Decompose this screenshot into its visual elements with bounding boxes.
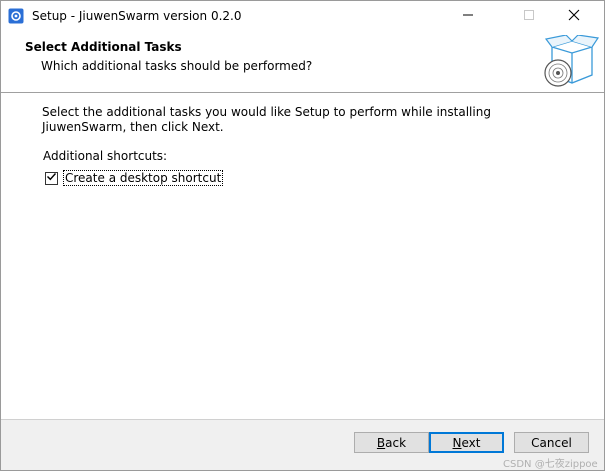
setup-window: Setup - JiuwenSwarm version 0.2.0 Select… (0, 0, 605, 471)
page-title: Select Additional Tasks (25, 40, 182, 54)
header-divider (1, 92, 604, 93)
cancel-button[interactable]: Cancel (514, 432, 589, 453)
next-accelerator: N (452, 435, 462, 450)
desktop-shortcut-option[interactable]: Create a desktop shortcut (45, 170, 224, 186)
wizard-header: Select Additional Tasks Which additional… (1, 32, 604, 92)
back-label-rest: ack (385, 435, 407, 450)
minimize-button[interactable] (445, 1, 491, 32)
page-subtitle: Which additional tasks should be perform… (41, 59, 313, 73)
wizard-footer: Back Next Cancel CSDN @七夜zippoe (1, 420, 604, 470)
setup-box-disc-icon (542, 34, 600, 93)
maximize-icon (523, 9, 535, 24)
back-button[interactable]: Back (354, 432, 429, 453)
checkmark-icon (46, 171, 57, 185)
minimize-icon (462, 9, 474, 24)
desktop-shortcut-checkbox[interactable] (45, 171, 58, 185)
next-label-rest: ext (461, 435, 481, 450)
maximize-button[interactable] (506, 1, 552, 32)
title-bar[interactable]: Setup - JiuwenSwarm version 0.2.0 (1, 1, 604, 32)
close-icon (568, 9, 580, 24)
task-description: Select the additional tasks you would li… (42, 105, 491, 134)
desktop-shortcut-label[interactable]: Create a desktop shortcut (63, 170, 224, 186)
back-accelerator: B (376, 435, 386, 450)
close-button[interactable] (551, 1, 597, 32)
setup-app-icon (8, 8, 24, 24)
window-title: Setup - JiuwenSwarm version 0.2.0 (32, 9, 242, 23)
shortcuts-group-label: Additional shortcuts: (43, 149, 168, 163)
next-button[interactable]: Next (429, 432, 504, 453)
watermark: CSDN @七夜zippoe (503, 459, 598, 470)
